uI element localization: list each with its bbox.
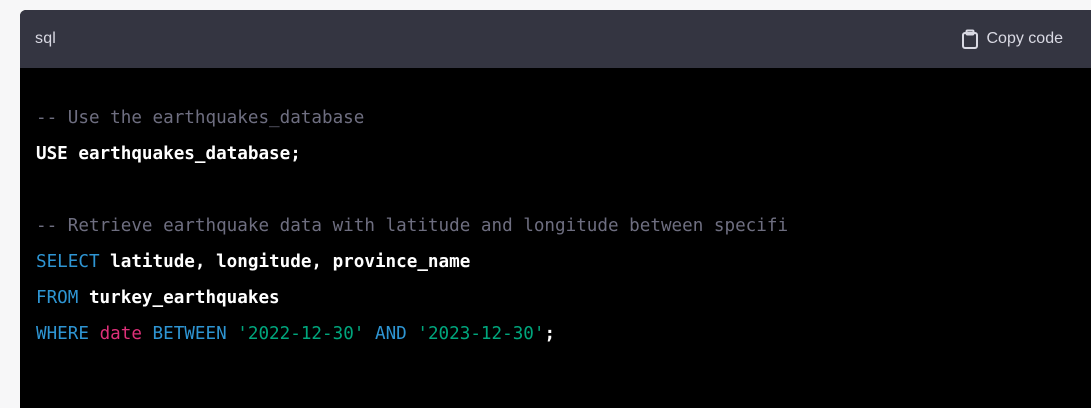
clipboard-icon [961,29,979,49]
sql-space [142,324,153,344]
sql-string-end-date: '2023-12-30' [417,324,545,344]
sql-space [407,324,418,344]
code-line-2: USE earthquakes_database; [36,136,1091,172]
sql-comment: -- Use the earthquakes_database [36,108,365,128]
sql-use-statement: USE earthquakes_database; [36,144,301,164]
sql-string-start-date: '2022-12-30' [237,324,365,344]
code-header: sql Copy code [20,10,1091,68]
sql-keyword-between: BETWEEN [152,324,227,344]
sql-terminator: ; [544,324,556,344]
sql-keyword-from: FROM [36,288,79,308]
sql-select-columns: latitude, longitude, province_name [99,252,471,272]
code-block: sql Copy code -- Use the earthquakes_dat… [20,10,1091,408]
sql-space [89,324,100,344]
sql-builtin-date: date [99,324,142,344]
sql-table-name: turkey_earthquakes [78,288,280,308]
code-line-1: -- Use the earthquakes_database [36,100,1091,136]
sql-keyword-where: WHERE [36,324,89,344]
copy-code-label: Copy code [986,30,1064,47]
code-editor: -- Use the earthquakes_database USE earth… [20,68,1091,408]
language-label: sql [35,30,57,47]
copy-code-button[interactable]: Copy code [961,29,1064,49]
code-line-6: FROM turkey_earthquakes [36,280,1091,316]
code-line-5: SELECT latitude, longitude, province_nam… [36,244,1091,280]
sql-space [364,324,375,344]
sql-comment: -- Retrieve earthquake data with latitud… [36,216,789,236]
sql-keyword-and: AND [374,324,407,344]
code-line-7: WHERE date BETWEEN '2022-12-30' AND '202… [36,316,1091,352]
code-line-4: -- Retrieve earthquake data with latitud… [36,208,1091,244]
sql-keyword-select: SELECT [36,252,100,272]
sql-space [227,324,238,344]
code-line-3-empty [36,172,1091,208]
